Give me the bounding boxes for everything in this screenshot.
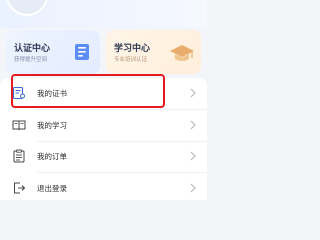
menu-item-my-learning[interactable]: 我的学习 bbox=[0, 110, 207, 141]
learning-center-subtitle: 专业培训认证 bbox=[114, 57, 148, 63]
certification-center-subtitle: 获得提升空间 bbox=[14, 57, 48, 63]
chevron-right-icon bbox=[190, 120, 196, 130]
clipboard-icon bbox=[13, 149, 25, 163]
book-icon bbox=[12, 120, 26, 131]
certification-center-card[interactable]: 认证中心 获得提升空间 bbox=[6, 30, 100, 74]
learning-center-title: 学习中心 bbox=[114, 44, 151, 54]
document-icon bbox=[75, 44, 89, 60]
menu-item-label: 我的订单 bbox=[37, 152, 67, 161]
profile-header-background bbox=[0, 0, 207, 28]
selection-highlight bbox=[11, 74, 165, 108]
menu-item-label: 我的学习 bbox=[37, 121, 67, 130]
certification-center-title: 认证中心 bbox=[14, 44, 51, 54]
chevron-right-icon bbox=[190, 151, 196, 161]
avatar[interactable] bbox=[6, 0, 48, 16]
menu-item-my-orders[interactable]: 我的订单 bbox=[0, 141, 207, 172]
chevron-right-icon bbox=[190, 183, 196, 193]
graduation-cap-icon bbox=[170, 45, 194, 61]
learning-center-card[interactable]: 学习中心 专业培训认证 bbox=[106, 30, 201, 74]
chevron-right-icon bbox=[190, 88, 196, 98]
menu-item-logout[interactable]: 退出登录 bbox=[0, 173, 207, 204]
menu-item-label: 退出登录 bbox=[37, 184, 67, 193]
logout-icon bbox=[14, 182, 26, 194]
